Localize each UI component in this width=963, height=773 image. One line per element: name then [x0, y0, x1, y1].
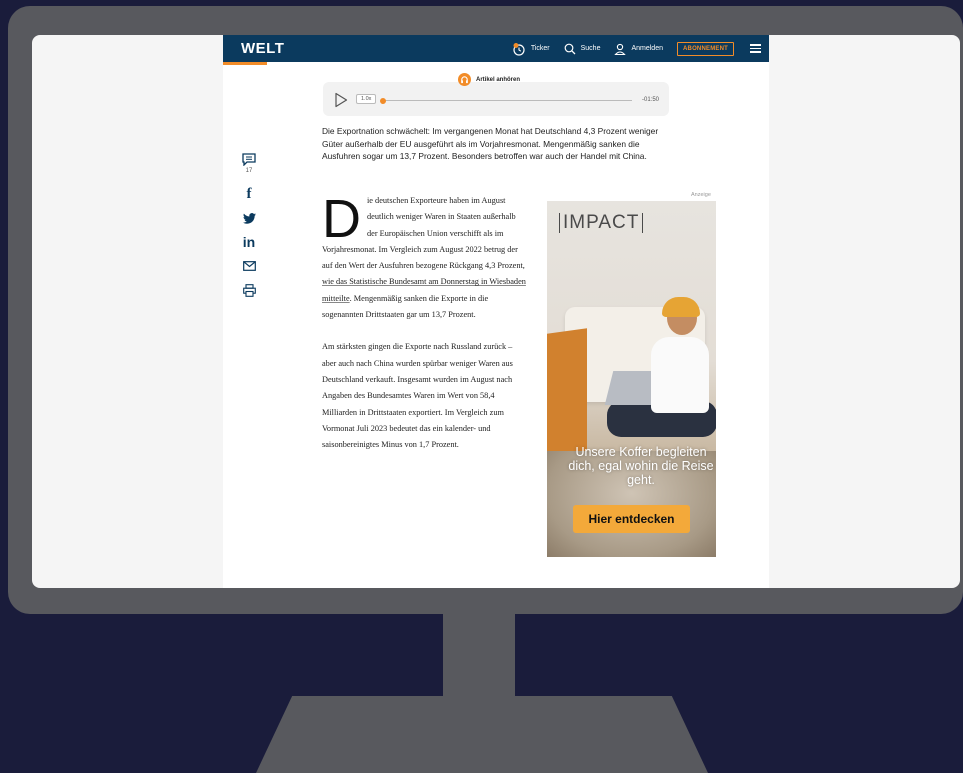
- ad-cta-button[interactable]: Hier entdecken: [573, 505, 690, 533]
- article-page: WELT Ticker Suche Anmelden ABONNEMENT Ar…: [223, 35, 769, 588]
- article-body: Die deutschen Exporteure haben im August…: [322, 189, 528, 469]
- search-label: Suche: [580, 45, 601, 52]
- monitor-frame: WELT Ticker Suche Anmelden ABONNEMENT Ar…: [8, 6, 963, 614]
- comment-count: 17: [245, 168, 253, 174]
- article-lead: Die Exportnation schwächelt: Im vergange…: [322, 126, 659, 162]
- login-label: Anmelden: [631, 45, 663, 52]
- remaining-time: -01:50: [641, 97, 659, 103]
- advertisement[interactable]: IMPACT Unsere Koffer begleiten dich, ega…: [547, 201, 716, 557]
- paragraph-2: Am stärksten gingen die Exporte nach Rus…: [322, 342, 513, 450]
- ad-image-beanie: [662, 297, 700, 317]
- twitter-icon[interactable]: [242, 206, 256, 230]
- ad-brand-logo: IMPACT: [559, 213, 644, 233]
- top-navigation-bar: WELT Ticker Suche Anmelden ABONNEMENT: [223, 35, 769, 65]
- facebook-icon[interactable]: f: [247, 182, 252, 206]
- header-nav: Ticker Suche Anmelden ABONNEMENT: [512, 41, 761, 56]
- login-link[interactable]: Anmelden: [614, 43, 663, 55]
- audio-progress-bar[interactable]: [380, 97, 632, 104]
- headphones-icon: [458, 73, 471, 86]
- ticker-icon: [513, 42, 525, 56]
- monitor-neck: [443, 614, 515, 698]
- ticker-link[interactable]: Ticker: [512, 42, 550, 56]
- ad-image-person-shirt: [651, 337, 709, 413]
- ad-label: Anzeige: [691, 192, 711, 198]
- audio-player-label: Artikel anhören: [458, 73, 520, 86]
- ticker-label: Ticker: [530, 45, 550, 52]
- comment-icon[interactable]: [242, 151, 256, 167]
- progress-handle[interactable]: [380, 97, 386, 104]
- share-bar: 17 f in: [239, 151, 259, 302]
- paragraph-1: Die deutschen Exporteure haben im August…: [322, 189, 528, 323]
- mail-icon[interactable]: [242, 254, 256, 278]
- play-icon[interactable]: [334, 92, 348, 108]
- welt-logo[interactable]: WELT: [241, 40, 284, 57]
- ad-headline: Unsere Koffer begleiten dich, egal wohin…: [568, 445, 714, 487]
- linkedin-icon[interactable]: in: [243, 230, 255, 254]
- user-icon: [614, 43, 627, 55]
- search-icon: [564, 43, 576, 54]
- dropcap: D: [322, 189, 361, 249]
- screen: WELT Ticker Suche Anmelden ABONNEMENT Ar…: [32, 35, 960, 588]
- audio-label-text: Artikel anhören: [476, 76, 521, 83]
- subscription-button[interactable]: ABONNEMENT: [677, 41, 734, 56]
- print-icon[interactable]: [242, 278, 256, 302]
- search-link[interactable]: Suche: [564, 43, 601, 55]
- audio-player: Artikel anhören 1.0x -01:50: [323, 73, 669, 116]
- logo-accent-line: [223, 62, 267, 65]
- monitor-stand: [256, 696, 708, 773]
- menu-icon[interactable]: [750, 44, 761, 53]
- playback-speed-button[interactable]: 1.0x: [356, 94, 377, 104]
